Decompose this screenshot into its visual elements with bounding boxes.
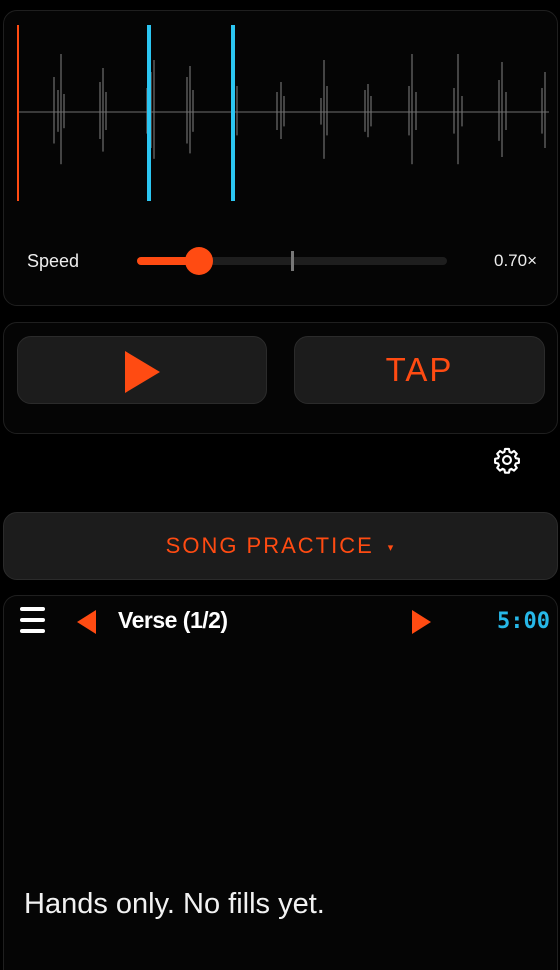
gear-icon[interactable] — [493, 446, 521, 474]
hamburger-icon[interactable] — [20, 604, 45, 636]
section-panel: Verse (1/2) 5:00 Hands only. No fills ye… — [3, 595, 558, 970]
waveform-panel: Speed 0.70× — [3, 10, 558, 306]
section-timer: 5:00 — [497, 609, 550, 634]
practice-mode-dropdown[interactable]: SONG PRACTICE ▾ — [3, 512, 558, 580]
chevron-down-icon: ▾ — [387, 541, 396, 554]
next-section-arrow-icon[interactable] — [412, 610, 431, 634]
speed-label: Speed — [27, 251, 80, 271]
tap-button[interactable]: TAP — [294, 336, 545, 404]
section-title: Verse (1/2) — [118, 607, 228, 633]
previous-section-arrow-icon[interactable] — [77, 610, 96, 634]
play-button[interactable] — [17, 336, 267, 404]
section-note: Hands only. No fills yet. — [24, 888, 325, 920]
speed-default-tick — [291, 251, 294, 271]
speed-value: 0.70× — [493, 251, 537, 270]
practice-mode-label: SONG PRACTICE — [165, 533, 374, 558]
speed-slider[interactable] — [137, 247, 447, 275]
waveform-view[interactable] — [4, 11, 559, 211]
speed-slider-thumb[interactable] — [185, 247, 213, 275]
play-icon — [125, 351, 160, 393]
transport-panel: TAP — [3, 322, 558, 434]
